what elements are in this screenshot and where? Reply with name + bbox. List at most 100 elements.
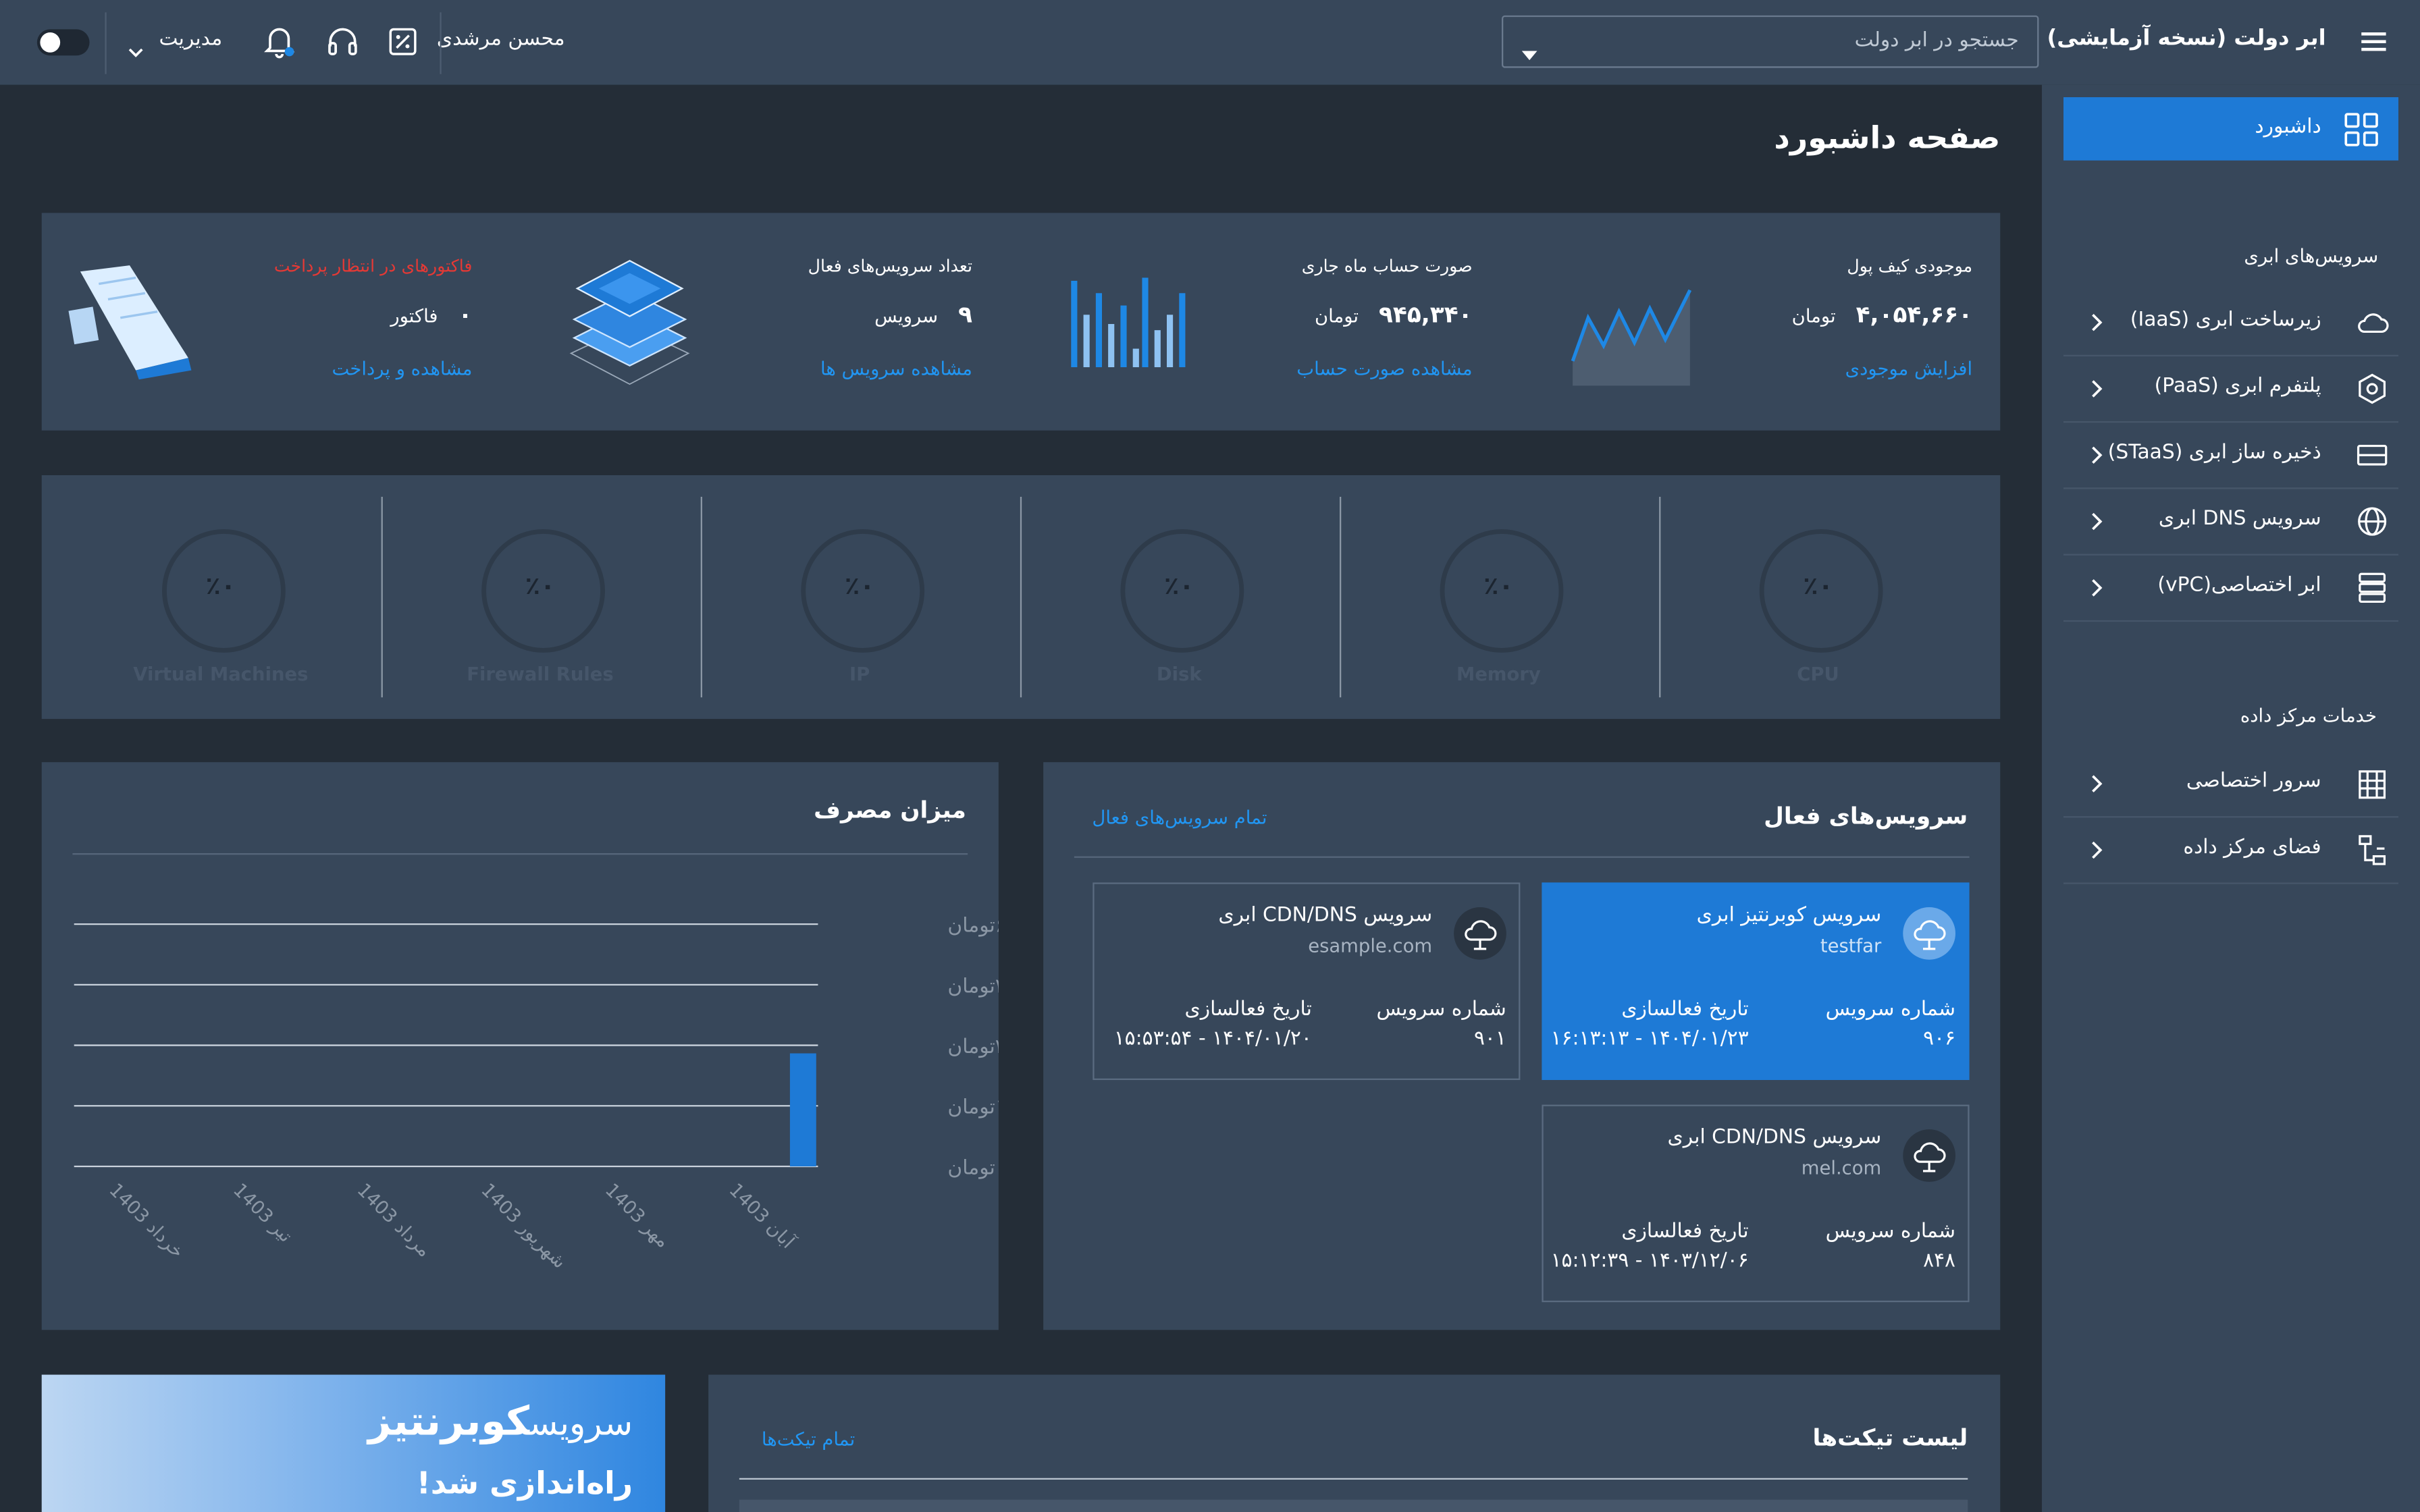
chevron-left-icon[interactable]	[2088, 443, 2104, 464]
all-active-services-link[interactable]: تمام سرویس‌های فعال	[1092, 807, 1267, 828]
sidebar-item-dashboard[interactable]: داشبورد	[2063, 97, 2398, 161]
sidebar-section-datacenter: خدمات مرکز داده	[2240, 705, 2377, 727]
chevron-left-icon[interactable]	[2088, 310, 2104, 331]
bell-icon[interactable]	[264, 25, 295, 59]
cloud-upload-icon	[1903, 907, 1955, 960]
chevron-left-icon[interactable]	[2088, 377, 2104, 398]
banner-subline: راه‌اندازی شد!	[416, 1464, 633, 1501]
chart-x-tick-label: خرداد 1403	[105, 1180, 188, 1263]
chart-x-tick-label: مرداد 1403	[353, 1180, 435, 1262]
service-card[interactable]: سرویس CDN/DNS ابری mel.com شماره سرویس ۸…	[1542, 1104, 1970, 1303]
chevron-left-icon[interactable]	[2088, 509, 2104, 531]
globe-icon	[2355, 504, 2389, 538]
service-name: سرویس CDN/DNS ابری	[1667, 1126, 1882, 1150]
memory-gauge-label: Memory	[1456, 663, 1541, 685]
usage-bar-chart: ۰تومان ۱۵,۰۰۰,۰۰۰تومان ۳۰,۰۰۰,۰۰۰تومان ۴۵,۰…	[74, 914, 999, 1273]
service-name: سرویس کوبرنتیز ابری	[1696, 904, 1882, 927]
sidebar-item-label: داشبورد	[2255, 115, 2321, 139]
chevron-down-icon[interactable]	[128, 36, 144, 65]
search-input[interactable]: جستجو در ابر دولت	[1855, 29, 2019, 52]
building-icon	[2355, 767, 2389, 801]
chevron-left-icon[interactable]	[2088, 576, 2104, 597]
disk-gauge-label: Disk	[1156, 663, 1202, 685]
sidebar-item-paas[interactable]: پلتفرم ابری (PaaS)	[2063, 356, 2398, 423]
chart-bar[interactable]	[789, 1053, 816, 1166]
service-number: ۹۰۶	[1923, 1027, 1955, 1051]
services-value-row: ۹ سرویس	[874, 299, 972, 329]
divider	[1020, 496, 1022, 698]
view-and-pay-link[interactable]: مشاهده و پرداخت	[332, 358, 472, 379]
banner-word-service: سرویس	[529, 1405, 633, 1444]
sidebar-item-label: زیرساخت ابری (IaaS)	[2130, 308, 2321, 332]
divider	[72, 853, 968, 855]
grid-icon	[2344, 113, 2378, 153]
usage-title: میزان مصرف	[814, 796, 966, 824]
ip-gauge-label: IP	[849, 663, 870, 685]
firewall-gauge-value: ٪۰	[525, 570, 556, 601]
service-number: ۸۴۸	[1923, 1249, 1955, 1273]
service-card[interactable]: سرویس CDN/DNS ابری esample.com شماره سرو…	[1093, 882, 1521, 1080]
role-menu[interactable]: مدیریت	[159, 28, 222, 51]
sidebar-item-label: ذخیره ساز ابری (STaaS)	[2107, 441, 2321, 464]
vm-gauge-label: Virtual Machines	[133, 663, 309, 685]
sidebar-item-label: سرور اختصاصی	[2186, 770, 2321, 793]
vm-gauge-value: ٪۰	[205, 570, 236, 601]
ip-gauge-value: ٪۰	[844, 570, 875, 601]
view-invoice-link[interactable]: مشاهده صورت حساب	[1296, 358, 1472, 379]
chevron-left-icon[interactable]	[2088, 772, 2104, 793]
chart-y-tick-label: ۴۵,۰۰۰,۰۰۰تومان	[947, 974, 998, 998]
wallet-value: ۴,۰۵۴,۶۶۰	[1856, 300, 1973, 329]
chart-y-tick-label: ۱۵,۰۰۰,۰۰۰تومان	[947, 1096, 998, 1119]
discount-icon[interactable]	[389, 28, 417, 55]
chart-y-tick-label: ۰تومان	[947, 1156, 998, 1179]
hamburger-menu-icon[interactable]	[2361, 29, 2386, 51]
all-tickets-link[interactable]: تمام تیکت‌ها	[762, 1429, 855, 1451]
service-date: ۱۴۰۴/۰۱/۲۰ - ۱۵:۵۳:۵۴	[1113, 1027, 1312, 1051]
sidebar-item-label: پلتفرم ابری (PaaS)	[2154, 375, 2321, 398]
app-title: ابر دولت (نسخه آزمایشی)	[2047, 26, 2326, 51]
sidebar-item-label: فضای مرکز داده	[2183, 836, 2321, 860]
page-title: صفحه داشبورد	[1774, 118, 2001, 156]
service-card[interactable]: سرویس کوبرنتیز ابری testfar شماره سرویس …	[1542, 882, 1970, 1080]
sidebar-item-staas[interactable]: ذخیره ساز ابری (STaaS)	[2063, 423, 2398, 489]
user-name[interactable]: محسن مرشدی	[437, 28, 565, 51]
banner-headline: سرویسکوبرنتیز	[368, 1399, 633, 1446]
sidebar-item-dedicated-server[interactable]: سرور اختصاصی	[2063, 751, 2398, 818]
banner-word-kubernetes: کوبرنتیز	[368, 1399, 530, 1446]
chevron-left-icon[interactable]	[2088, 838, 2104, 859]
network-icon	[2355, 833, 2389, 867]
services-value: ۹	[958, 300, 972, 329]
divider	[700, 496, 702, 698]
service-date-label: تاریخ فعالسازی	[1184, 998, 1312, 1022]
divider	[739, 1478, 1968, 1480]
headset-icon[interactable]	[327, 28, 359, 55]
cpu-gauge-label: CPU	[1797, 663, 1839, 685]
chart-y-tick-label: ۶۰,۰۰۰,۰۰۰تومان	[947, 914, 998, 938]
invoice-unit: تومان	[1315, 305, 1359, 327]
service-number: ۹۰۱	[1473, 1027, 1506, 1051]
cloud-upload-icon	[1903, 1129, 1955, 1182]
view-services-link[interactable]: مشاهده سرویس ها	[820, 358, 972, 379]
theme-toggle[interactable]	[36, 29, 90, 56]
kubernetes-banner[interactable]: سرویسکوبرنتیز راه‌اندازی شد!	[41, 1374, 666, 1512]
service-date: ۱۴۰۳/۱۲/۰۶ - ۱۵:۱۲:۳۹	[1550, 1249, 1749, 1273]
service-domain: esample.com	[1308, 935, 1433, 957]
chart-y-tick-label: ۳۰,۰۰۰,۰۰۰تومان	[947, 1035, 998, 1058]
moon-icon	[40, 32, 61, 53]
sidebar-item-dns[interactable]: سرویس DNS ابری	[2063, 489, 2398, 556]
increase-balance-link[interactable]: افزایش موجودی	[1845, 358, 1973, 379]
services-unit: سرویس	[874, 305, 939, 327]
chart-x-tick-label: تیر 1403	[229, 1180, 296, 1247]
service-date-label: تاریخ فعالسازی	[1621, 998, 1749, 1022]
sidebar-item-dc-space[interactable]: فضای مرکز داده	[2063, 817, 2398, 884]
tickets-panel	[708, 1374, 2001, 1512]
dropdown-caret-icon[interactable]	[1521, 37, 1537, 66]
chart-x-tick-label: آبان 1403	[725, 1179, 800, 1253]
divider	[381, 496, 383, 698]
server-stack-icon	[2355, 571, 2389, 605]
sidebar-item-iaas[interactable]: زیرساخت ابری (IaaS)	[2063, 290, 2398, 356]
wallet-unit: تومان	[1791, 305, 1836, 327]
search-box[interactable]: جستجو در ابر دولت	[1501, 15, 2039, 68]
pending-value: ۰	[458, 300, 473, 329]
sidebar-item-vpc[interactable]: ابر اختصاصی(vPC)	[2063, 556, 2398, 622]
